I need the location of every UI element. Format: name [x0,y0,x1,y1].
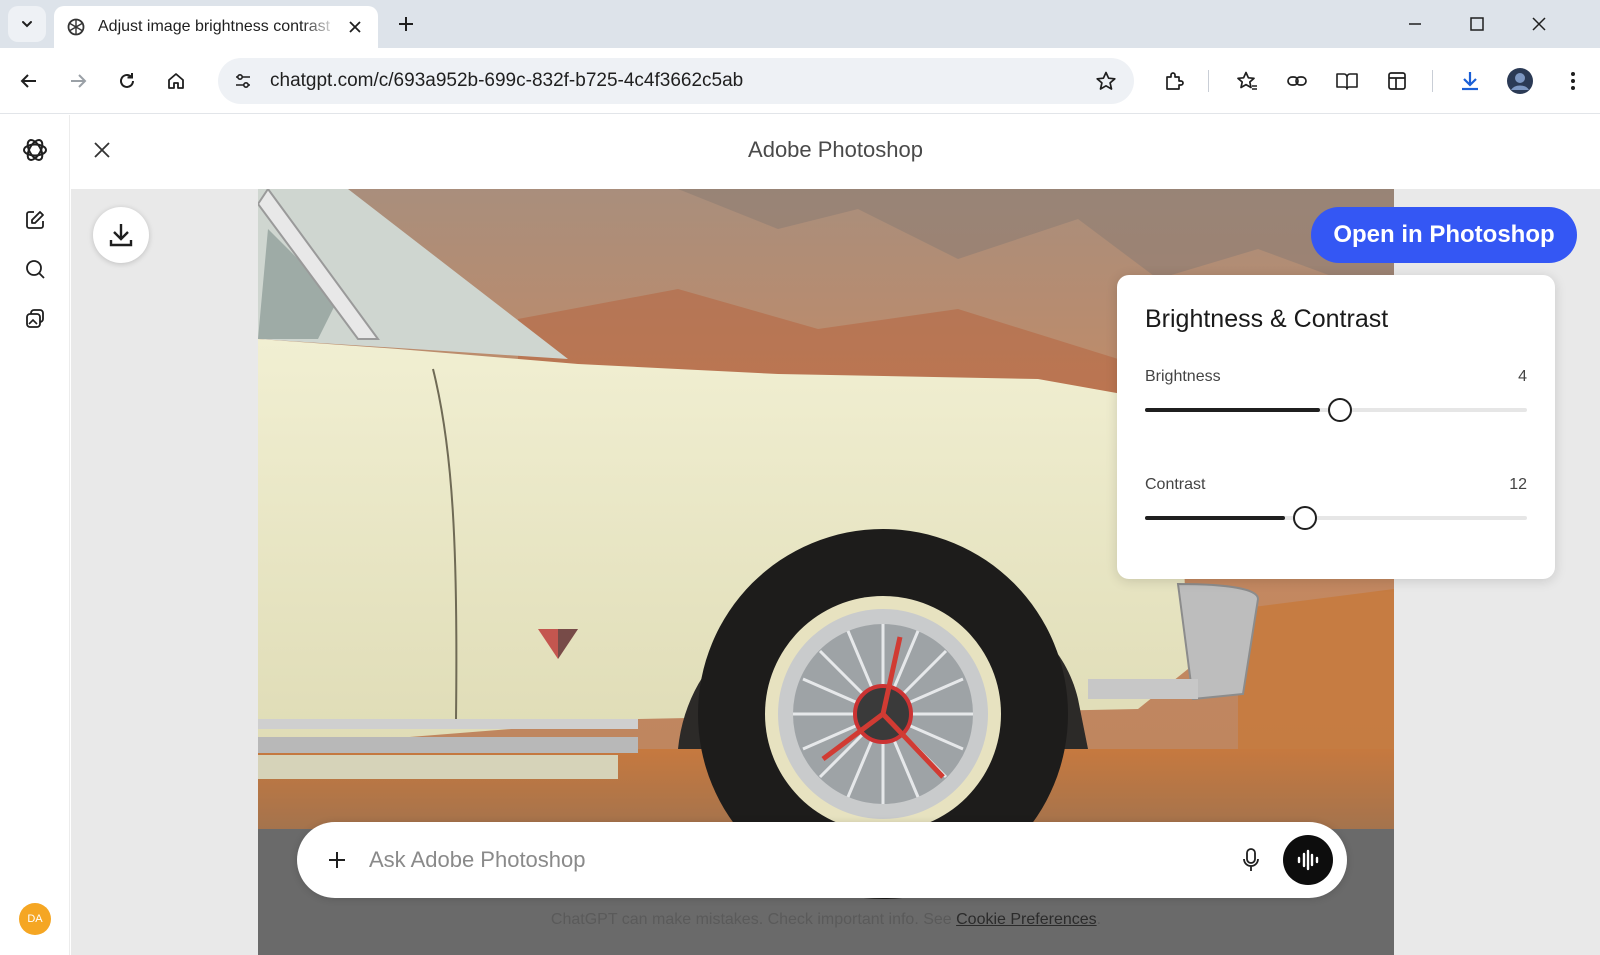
close-icon [1532,17,1546,31]
toolbar-separator [1208,70,1209,92]
close-window-button[interactable] [1508,4,1570,44]
disclaimer-end: . [1096,911,1102,928]
chevron-down-icon [22,21,32,28]
layout-icon [1388,72,1406,90]
reload-icon [120,73,134,88]
brightness-value: 4 [1518,368,1527,385]
search-icon[interactable] [17,251,53,287]
brightness-slider-thumb[interactable] [1327,398,1352,422]
contrast-slider-row: Contrast 12 [1145,476,1527,584]
openai-logo-icon [66,17,86,37]
app-header: Adobe Photoshop [71,115,1600,189]
split-view-button[interactable] [1378,62,1416,100]
reading-mode-button[interactable] [1328,62,1366,100]
bookmark-star-icon[interactable] [1088,63,1124,99]
tab-close-icon[interactable] [344,16,366,38]
tab-search-button[interactable] [8,6,46,42]
brightness-slider[interactable] [1145,398,1527,422]
contrast-slider-thumb[interactable] [1293,506,1318,530]
user-avatar[interactable]: DA [19,903,51,935]
disclaimer-text: ChatGPT can make mistakes. Check importa… [550,911,957,928]
contrast-slider-fill [1145,516,1286,520]
arrow-right-icon [71,74,87,88]
download-image-button[interactable] [93,207,149,263]
contrast-label: Contrast [1145,476,1206,493]
book-icon [1336,73,1358,90]
brightness-slider-row: Brightness 4 [1145,368,1527,476]
contrast-value: 12 [1509,476,1527,493]
forward-button[interactable] [59,62,97,100]
reload-button[interactable] [108,62,146,100]
more-vertical-icon [1571,72,1575,90]
browser-toolbar: chatgpt.com/c/693a952b-699c-832f-b725-4c… [0,48,1600,114]
plus-icon [399,17,413,31]
disclaimer: ChatGPT can make mistakes. Check importa… [258,911,1394,929]
downloads-button[interactable] [1451,62,1489,100]
waveform-icon [1297,849,1319,871]
minimize-button[interactable] [1384,4,1446,44]
address-bar[interactable]: chatgpt.com/c/693a952b-699c-832f-b725-4c… [218,58,1134,104]
profile-button[interactable] [1501,62,1539,100]
brightness-contrast-panel: Brightness & Contrast Brightness 4 Contr… [1117,275,1555,579]
toolbar-separator [1432,70,1433,92]
favorites-button[interactable] [1228,62,1266,100]
attach-plus-icon[interactable] [319,842,355,878]
chat-input[interactable] [369,847,1231,873]
app-panel: Adobe Photoshop Open in Photoshop Bright… [71,115,1600,955]
chat-composer [297,822,1347,898]
download-icon [1462,72,1478,91]
link-button[interactable] [1278,62,1316,100]
new-tab-button[interactable] [390,8,422,40]
chatgpt-logo-icon[interactable] [17,132,53,168]
panel-title: Brightness & Contrast [1145,305,1389,333]
voice-mode-button[interactable] [1283,835,1333,885]
link-icon [1287,76,1307,86]
microphone-icon[interactable] [1231,840,1271,880]
tab-strip: Adjust image brightness contrast [0,0,1600,48]
minimize-icon [1409,23,1421,25]
cookie-preferences-link[interactable]: Cookie Preferences [956,911,1097,928]
puzzle-icon [1166,72,1184,90]
maximize-icon [1470,17,1484,31]
home-button[interactable] [157,62,195,100]
arrow-left-icon [20,74,36,88]
extensions-button[interactable] [1155,62,1193,100]
maximize-button[interactable] [1446,4,1508,44]
new-chat-icon[interactable] [17,202,53,238]
app-title: Adobe Photoshop [748,137,923,162]
tab-title: Adjust image brightness contrast [98,18,331,35]
contrast-slider[interactable] [1145,506,1527,530]
brightness-slider-fill [1145,408,1320,412]
menu-button[interactable] [1554,62,1592,100]
back-button[interactable] [10,62,48,100]
library-icon[interactable] [17,301,53,337]
open-in-photoshop-button[interactable]: Open in Photoshop [1311,207,1577,263]
star-list-icon [1237,71,1257,90]
brightness-label: Brightness [1145,368,1221,385]
site-info-icon[interactable] [230,68,256,94]
home-icon [168,73,184,89]
chatgpt-sidebar: DA [0,115,70,955]
url-text: chatgpt.com/c/693a952b-699c-832f-b725-4c… [270,70,744,91]
browser-tab[interactable]: Adjust image brightness contrast [54,6,378,48]
download-icon [109,224,133,247]
profile-avatar-icon [1507,68,1533,94]
